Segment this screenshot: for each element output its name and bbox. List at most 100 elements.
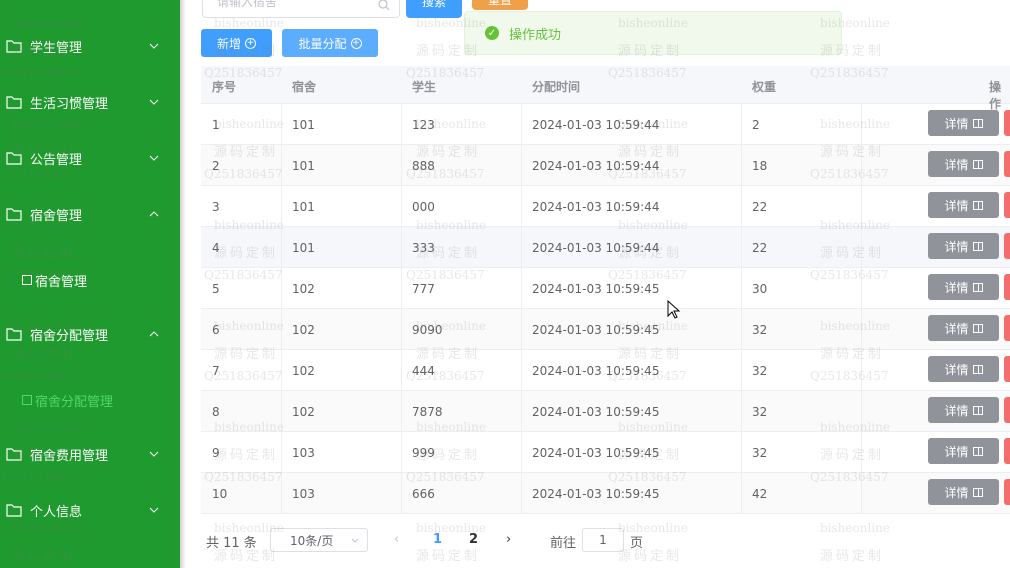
delete-button[interactable] [1004,356,1010,382]
column-divider [521,104,522,144]
column-divider [401,145,402,185]
cell-student: 999 [412,446,435,460]
column-divider [741,104,742,144]
delete-button[interactable] [1004,192,1010,218]
column-divider [281,186,282,226]
cell-dorm: 102 [292,282,315,296]
watermark-text: bisheonline [820,521,890,535]
detail-button[interactable]: 详情 [928,274,999,300]
menu-profile[interactable]: 个人信息 [0,490,180,530]
menu-label: 学生管理 [30,40,83,56]
detail-button[interactable]: 详情 [928,315,999,341]
chevron-down-icon [149,155,159,161]
delete-button[interactable] [1004,274,1010,300]
detail-button[interactable]: 详情 [928,397,999,423]
reset-button[interactable]: 重置 [472,0,528,10]
detail-button-label: 详情 [944,116,969,131]
folder-icon [6,152,22,165]
cell-time: 2024-01-03 10:59:45 [532,446,660,460]
prev-page-button[interactable]: ‹ [394,532,399,547]
column-divider [741,227,742,267]
column-divider [741,473,742,513]
submenu-dorm-manage[interactable]: 宿舍管理 [22,265,87,295]
column-divider [521,186,522,226]
column-divider [861,473,862,513]
page-size-value: 10条/页 [290,533,334,548]
submenu-label: 宿舍分配管理 [35,394,114,410]
add-button[interactable]: 新增 + [201,29,272,57]
detail-button[interactable]: 详情 [928,110,999,136]
table-row: 3 101 000 2024-01-03 10:59:44 22 详情 [201,186,1010,227]
next-page-button[interactable]: › [506,532,511,547]
add-button-label: 新增 [216,36,241,51]
book-icon [972,241,983,251]
column-divider [861,391,862,431]
header-student: 学生 [412,80,437,94]
page-2-button[interactable]: 2 [469,532,478,547]
delete-button[interactable] [1004,110,1010,136]
search-button-label: 搜索 [421,0,446,9]
book-icon [972,159,983,169]
header-dorm: 宿舍 [292,80,317,94]
column-divider [861,186,862,226]
detail-button[interactable]: 详情 [928,192,999,218]
column-divider [741,268,742,308]
menu-habits[interactable]: 生活习惯管理 [0,82,180,122]
cell-dorm: 102 [292,323,315,337]
pagination-total: 共 11 条 [206,536,257,551]
detail-button[interactable]: 详情 [928,479,999,505]
column-divider [281,227,282,267]
column-divider [521,145,522,185]
sidebar-shadow [180,0,186,568]
detail-button[interactable]: 详情 [928,356,999,382]
detail-button-label: 详情 [944,198,969,213]
column-divider [281,350,282,390]
submenu-alloc-manage[interactable]: 宿舍分配管理 [22,385,113,415]
cell-weight: 30 [752,282,768,296]
goto-page-input[interactable]: 1 [582,528,624,552]
table-row: 4 101 333 2024-01-03 10:59:44 22 详情 [201,227,1010,268]
sidebar: 学生管理 生活习惯管理 公告管理 宿舍管理 宿舍管理 宿舍分配管理 宿舍分配管理… [0,0,180,568]
delete-button[interactable] [1004,151,1010,177]
cell-index: 5 [212,282,220,296]
cell-student: 333 [412,241,435,255]
delete-button[interactable] [1004,438,1010,464]
column-divider [281,473,282,513]
folder-icon [6,328,22,341]
page-size-select[interactable]: 10条/页 [270,528,368,552]
table-row: 8 102 7878 2024-01-03 10:59:45 32 详情 [201,391,1010,432]
menu-fee[interactable]: 宿舍费用管理 [0,434,180,474]
column-divider [401,432,402,472]
detail-button[interactable]: 详情 [928,233,999,259]
batch-allocate-button[interactable]: 批量分配 + [282,29,378,57]
detail-button[interactable]: 详情 [928,151,999,177]
book-icon [972,323,983,333]
delete-button[interactable] [1004,479,1010,505]
cell-student: 123 [412,118,435,132]
page-1-button[interactable]: 1 [433,532,442,547]
detail-button[interactable]: 详情 [928,438,999,464]
cell-weight: 22 [752,241,768,255]
table-row: 1 101 123 2024-01-03 10:59:44 2 详情 [201,104,1010,145]
menu-alloc[interactable]: 宿舍分配管理 [0,314,180,354]
chevron-down-icon [149,451,159,457]
header-weight: 权重 [752,80,777,94]
delete-button[interactable] [1004,233,1010,259]
detail-button-label: 详情 [944,239,969,254]
plus-circle-icon: + [245,37,256,49]
cell-dorm: 103 [292,487,315,501]
cell-student: 7878 [412,405,443,419]
menu-label: 个人信息 [30,504,83,520]
column-divider [521,350,522,390]
menu-label: 宿舍分配管理 [30,328,109,344]
menu-student[interactable]: 学生管理 [0,26,180,66]
book-icon [972,200,983,210]
table-row: 2 101 888 2024-01-03 10:59:44 18 详情 [201,145,1010,186]
delete-button[interactable] [1004,397,1010,423]
search-button[interactable]: 搜索 [406,0,462,18]
menu-notice[interactable]: 公告管理 [0,138,180,178]
menu-dorm[interactable]: 宿舍管理 [0,194,180,234]
book-icon [972,405,983,415]
search-input[interactable] [203,0,373,17]
delete-button[interactable] [1004,315,1010,341]
